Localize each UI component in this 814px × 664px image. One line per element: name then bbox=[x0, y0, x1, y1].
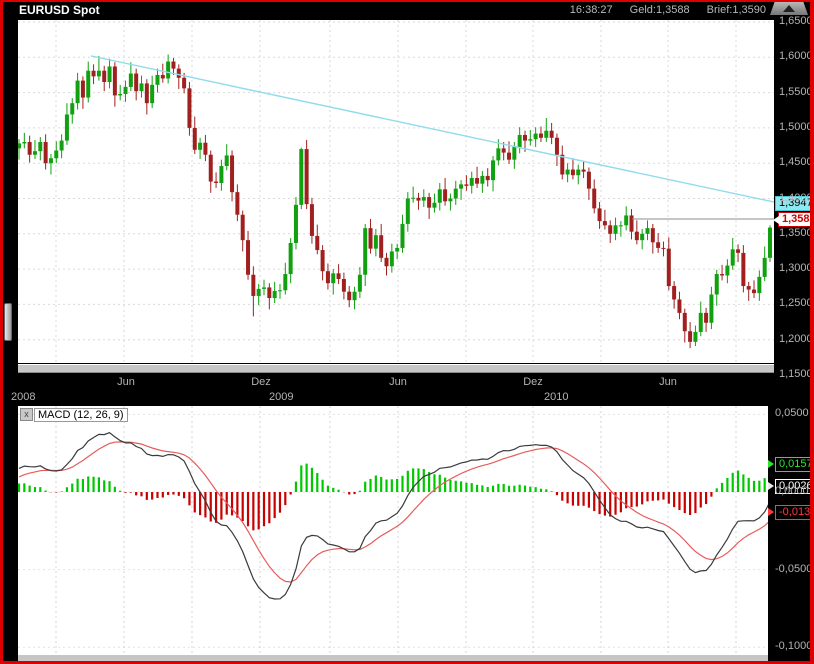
month-axis-label: Jun bbox=[389, 376, 407, 388]
macd-signal-value-tag: -0,0130 bbox=[775, 505, 814, 520]
last-price-tag: 1,3588 bbox=[778, 212, 814, 227]
month-axis-label: Dez bbox=[251, 376, 271, 388]
macd-legend-label: MACD (12, 26, 9) bbox=[34, 408, 128, 422]
price-axis-label: 1,3000 bbox=[779, 262, 813, 274]
macd-histogram-value-tag: 0,0157 bbox=[775, 457, 814, 472]
macd-arrow-icon bbox=[768, 482, 774, 490]
price-axis-label: 1,3500 bbox=[779, 227, 813, 239]
year-axis-label: 2010 bbox=[544, 391, 568, 403]
macd-axis-label: -0,0500 bbox=[775, 563, 812, 575]
splitter-grip[interactable] bbox=[4, 303, 12, 341]
signal-arrow-icon bbox=[768, 508, 774, 516]
price-axis-label: 1,5500 bbox=[779, 86, 813, 98]
clock-time: 16:38:27 bbox=[570, 4, 613, 16]
price-axis-label: 1,5000 bbox=[779, 121, 813, 133]
price-chart-scrollbar[interactable] bbox=[18, 364, 774, 373]
price-axis-label: 1,6000 bbox=[779, 50, 813, 62]
month-axis-label: Dez bbox=[523, 376, 543, 388]
title-bar: EURUSD Spot 16:38:27 Geld:1,3588 Brief:1… bbox=[3, 2, 810, 18]
chart-window: EURUSD Spot 16:38:27 Geld:1,3588 Brief:1… bbox=[0, 0, 814, 664]
macd-legend: x MACD (12, 26, 9) bbox=[20, 408, 128, 422]
month-axis-label: Jun bbox=[659, 376, 677, 388]
price-axis-label: 1,4000 bbox=[779, 192, 813, 204]
price-axis-label: 1,2500 bbox=[779, 297, 813, 309]
bid-quote: Geld:1,3588 bbox=[630, 4, 690, 16]
macd-chart-scrollbar[interactable] bbox=[18, 654, 768, 663]
year-axis-label: 2009 bbox=[269, 391, 293, 403]
close-icon[interactable]: x bbox=[20, 408, 33, 421]
macd-chart-canvas[interactable] bbox=[18, 406, 768, 655]
price-chart-canvas[interactable] bbox=[18, 20, 774, 363]
month-axis-label: Jun bbox=[117, 376, 135, 388]
price-axis-label: 1,1500 bbox=[779, 368, 813, 380]
page-title: EURUSD Spot bbox=[19, 3, 100, 17]
rollup-window-icon[interactable] bbox=[770, 2, 808, 15]
year-axis-label: 2008 bbox=[11, 391, 35, 403]
macd-axis-label: 0,0500 bbox=[775, 407, 809, 419]
price-axis-label: 1,6500 bbox=[779, 15, 813, 27]
price-pointer-icon bbox=[773, 216, 779, 224]
quote-info: 16:38:27 Geld:1,3588 Brief:1,3590 bbox=[556, 4, 766, 16]
ask-quote: Brief:1,3590 bbox=[707, 4, 766, 16]
price-axis-label: 1,2000 bbox=[779, 333, 813, 345]
price-axis-label: 1,4500 bbox=[779, 156, 813, 168]
macd-axis-label: 0,0000 bbox=[775, 485, 809, 497]
macd-axis-label: -0,1000 bbox=[775, 640, 812, 652]
histogram-arrow-icon bbox=[768, 460, 774, 468]
